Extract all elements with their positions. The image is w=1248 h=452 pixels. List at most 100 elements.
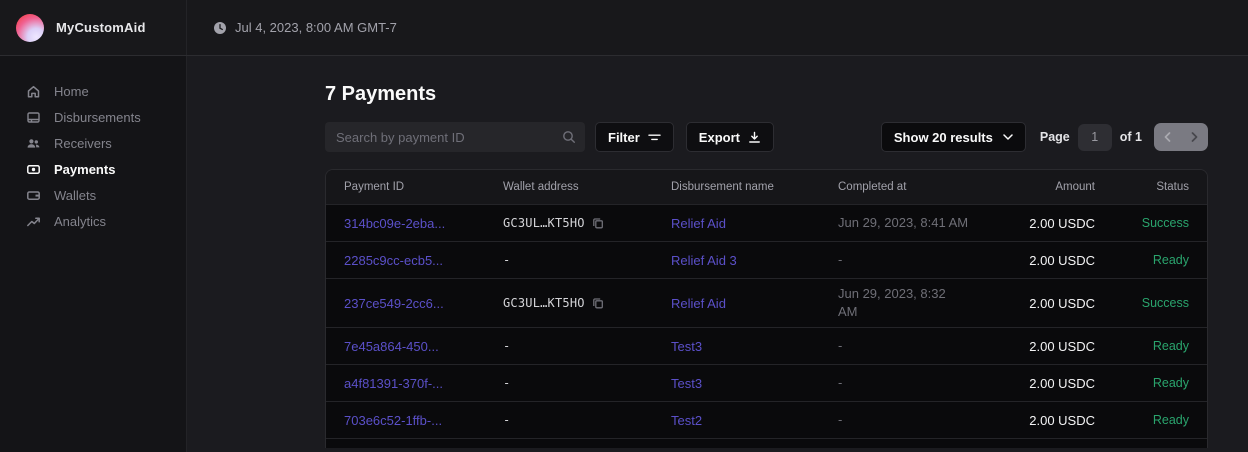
page-title: 7 Payments bbox=[325, 80, 1208, 108]
search-icon bbox=[562, 130, 576, 149]
sidebar-item-label: Analytics bbox=[54, 214, 106, 229]
analytics-icon bbox=[26, 214, 41, 229]
disbursement-link[interactable]: Test3 bbox=[671, 339, 702, 354]
payment-id-link[interactable]: 703e6c52-1ffb-... bbox=[344, 413, 442, 428]
amount: 2.00 USDC bbox=[993, 413, 1103, 428]
status-badge: Ready bbox=[1103, 413, 1208, 427]
disbursement-link[interactable]: Relief Aid bbox=[671, 216, 726, 231]
sidebar-item-label: Disbursements bbox=[54, 110, 141, 125]
payment-id-link[interactable]: 237ce549-2cc6... bbox=[344, 296, 444, 311]
completed-at: Jun 29, 2023, 8:41 AM bbox=[838, 214, 993, 232]
brand-logo-icon bbox=[16, 14, 44, 42]
chevron-down-icon bbox=[1003, 134, 1013, 140]
wallet-address: - bbox=[503, 253, 510, 267]
disbursement-link[interactable]: Relief Aid bbox=[671, 296, 726, 311]
status-badge: Success bbox=[1103, 296, 1208, 310]
column-header-completed-at: Completed at bbox=[838, 181, 993, 193]
column-header-amount: Amount bbox=[993, 181, 1103, 193]
export-button[interactable]: Export bbox=[686, 122, 774, 152]
sidebar-item-disbursements[interactable]: Disbursements bbox=[0, 104, 186, 130]
disbursements-icon bbox=[26, 110, 41, 125]
payments-icon bbox=[26, 162, 41, 177]
wallet-address: - bbox=[503, 376, 510, 390]
table-row: 703e6c52-1ffb-... - Test2 - 2.00 USDC Re… bbox=[326, 401, 1207, 438]
page-label: Page bbox=[1040, 130, 1070, 144]
table-row: a4f81391-370f-... - Test3 - 2.00 USDC Re… bbox=[326, 364, 1207, 401]
search-box bbox=[325, 122, 585, 152]
amount: 2.00 USDC bbox=[993, 296, 1103, 311]
status-badge: Ready bbox=[1103, 339, 1208, 353]
page-number-input[interactable] bbox=[1078, 124, 1112, 151]
disbursement-link[interactable]: Test3 bbox=[671, 376, 702, 391]
completed-at: - bbox=[838, 251, 993, 269]
table-row-partial bbox=[326, 438, 1207, 448]
payment-id-link[interactable]: a4f81391-370f-... bbox=[344, 376, 443, 391]
amount: 2.00 USDC bbox=[993, 376, 1103, 391]
wallet-address: GC3UL…KT5HO bbox=[503, 296, 585, 310]
pagination-controls: Show 20 results Page of 1 bbox=[881, 122, 1208, 152]
brand[interactable]: MyCustomAid bbox=[0, 0, 187, 55]
sidebar-nav: Home Disbursements Receivers Payments bbox=[0, 78, 186, 234]
filter-button[interactable]: Filter bbox=[595, 122, 674, 152]
chevron-left-icon bbox=[1164, 132, 1171, 142]
payment-id-link[interactable]: 7e45a864-450... bbox=[344, 339, 439, 354]
payment-id-link[interactable]: 314bc09e-2eba... bbox=[344, 216, 445, 231]
completed-at: - bbox=[838, 337, 993, 355]
copy-icon[interactable] bbox=[592, 217, 604, 229]
sidebar-item-wallets[interactable]: Wallets bbox=[0, 182, 186, 208]
amount: 2.00 USDC bbox=[993, 339, 1103, 354]
app-root: MyCustomAid Jul 4, 2023, 8:00 AM GMT-7 H… bbox=[0, 0, 1248, 452]
filter-button-label: Filter bbox=[608, 130, 640, 145]
completed-at: - bbox=[838, 374, 993, 392]
column-header-disbursement-name: Disbursement name bbox=[671, 181, 838, 193]
wallet-address: - bbox=[503, 339, 510, 353]
sidebar-item-payments[interactable]: Payments bbox=[0, 156, 186, 182]
disbursement-link[interactable]: Test2 bbox=[671, 413, 702, 428]
previous-page-button[interactable] bbox=[1162, 130, 1173, 144]
sidebar-item-receivers[interactable]: Receivers bbox=[0, 130, 186, 156]
status-badge: Success bbox=[1103, 216, 1208, 230]
pager bbox=[1154, 123, 1208, 151]
copy-icon[interactable] bbox=[592, 297, 604, 309]
session-datetime: Jul 4, 2023, 8:00 AM GMT-7 bbox=[213, 20, 397, 35]
completed-at: - bbox=[838, 411, 993, 429]
wallet-address: - bbox=[503, 413, 510, 427]
status-badge: Ready bbox=[1103, 253, 1208, 267]
completed-at: Jun 29, 2023, 8:32 AM bbox=[838, 285, 993, 321]
table-row: 2285c9cc-ecb5... - Relief Aid 3 - 2.00 U… bbox=[326, 241, 1207, 278]
receivers-icon bbox=[26, 136, 41, 151]
topbar: MyCustomAid Jul 4, 2023, 8:00 AM GMT-7 bbox=[0, 0, 1248, 56]
wallets-icon bbox=[26, 188, 41, 203]
sidebar-item-label: Wallets bbox=[54, 188, 96, 203]
column-header-payment-id: Payment ID bbox=[326, 181, 503, 193]
main-content: 7 Payments Filter Export bbox=[187, 56, 1248, 452]
sidebar-item-home[interactable]: Home bbox=[0, 78, 186, 104]
next-page-button[interactable] bbox=[1189, 130, 1200, 144]
wallet-address: GC3UL…KT5HO bbox=[503, 216, 585, 230]
sidebar: Home Disbursements Receivers Payments bbox=[0, 56, 187, 452]
clock-icon bbox=[213, 21, 227, 35]
payment-id-link[interactable]: 2285c9cc-ecb5... bbox=[344, 253, 443, 268]
status-badge: Ready bbox=[1103, 376, 1208, 390]
sidebar-item-label: Receivers bbox=[54, 136, 112, 151]
payments-table: Payment ID Wallet address Disbursement n… bbox=[325, 169, 1208, 448]
search-input[interactable] bbox=[325, 122, 585, 152]
disbursement-link[interactable]: Relief Aid 3 bbox=[671, 253, 737, 268]
table-header-row: Payment ID Wallet address Disbursement n… bbox=[326, 170, 1207, 204]
filter-lines-icon bbox=[648, 132, 661, 143]
sidebar-item-label: Home bbox=[54, 84, 89, 99]
results-per-page-dropdown[interactable]: Show 20 results bbox=[881, 122, 1026, 152]
export-button-label: Export bbox=[699, 130, 740, 145]
toolbar: Filter Export Show 20 results Pag bbox=[325, 122, 1208, 152]
amount: 2.00 USDC bbox=[993, 253, 1103, 268]
sidebar-item-analytics[interactable]: Analytics bbox=[0, 208, 186, 234]
sidebar-item-label: Payments bbox=[54, 162, 115, 177]
column-header-wallet-address: Wallet address bbox=[503, 181, 671, 193]
session-datetime-label: Jul 4, 2023, 8:00 AM GMT-7 bbox=[235, 20, 397, 35]
table-row: 237ce549-2cc6... GC3UL…KT5HO Relief Aid … bbox=[326, 278, 1207, 327]
column-header-status: Status bbox=[1103, 181, 1208, 193]
amount: 2.00 USDC bbox=[993, 216, 1103, 231]
payments-table-body: 314bc09e-2eba... GC3UL…KT5HO Relief Aid … bbox=[326, 204, 1207, 438]
chevron-right-icon bbox=[1191, 132, 1198, 142]
page-total-label: of 1 bbox=[1120, 130, 1142, 144]
